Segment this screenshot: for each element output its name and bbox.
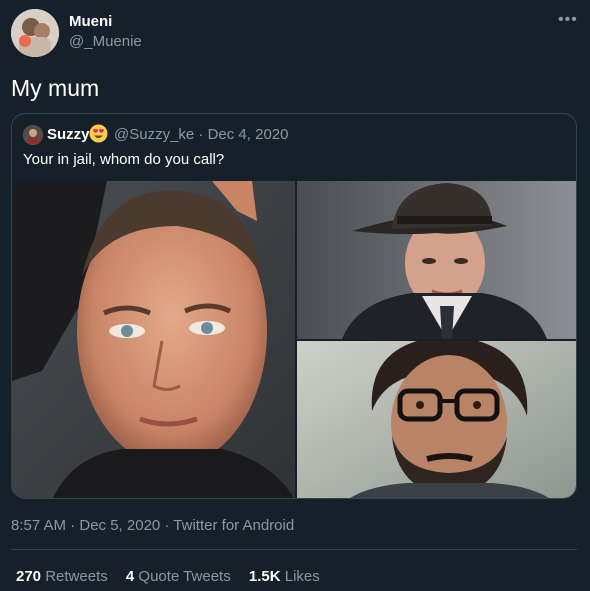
photo-man-in-fedora[interactable] (297, 181, 576, 339)
divider (11, 549, 577, 550)
engagement-stats: 270 Retweets 4 Quote Tweets 1.5K Likes (16, 568, 334, 585)
quoted-author-name: Suzzy (47, 126, 90, 143)
retweets-count: 270 (16, 568, 42, 585)
likes-stat[interactable]: 1.5K Likes (249, 568, 320, 585)
quote-tweets-stat[interactable]: 4 Quote Tweets (126, 568, 231, 585)
author-avatar[interactable] (11, 9, 59, 57)
likes-count: 1.5K (248, 568, 281, 585)
quotes-count: 4 (125, 568, 135, 585)
quotes-label: Quote Tweets (138, 568, 231, 585)
photo-grid (12, 181, 576, 498)
more-options-icon[interactable]: ••• (558, 10, 582, 30)
retweets-label: Retweets (45, 568, 108, 585)
quoted-handle-date: @Suzzy_ke · Dec 4, 2020 (114, 126, 289, 143)
retweets-stat[interactable]: 270 Retweets (16, 568, 108, 585)
likes-label: Likes (284, 568, 320, 585)
photo-man-with-glasses-and-beard[interactable] (297, 341, 576, 498)
quoted-tweet-card[interactable]: Suzzy @Suzzy_ke · Dec 4, 2020 Your in ja… (11, 113, 577, 499)
tweet-text: My mum (11, 75, 100, 101)
quoted-tweet-text: Your in jail, whom do you call? (23, 151, 225, 168)
quoted-author-avatar (23, 125, 43, 145)
author-handle[interactable]: @_Muenie (69, 33, 142, 50)
author-name[interactable]: Mueni (69, 13, 112, 30)
heart-eyes-emoji-icon (89, 124, 108, 143)
photo-man-with-buzzcut[interactable] (12, 181, 295, 498)
tweet-timestamp[interactable]: 8:57 AM · Dec 5, 2020 · Twitter for Andr… (11, 517, 294, 534)
